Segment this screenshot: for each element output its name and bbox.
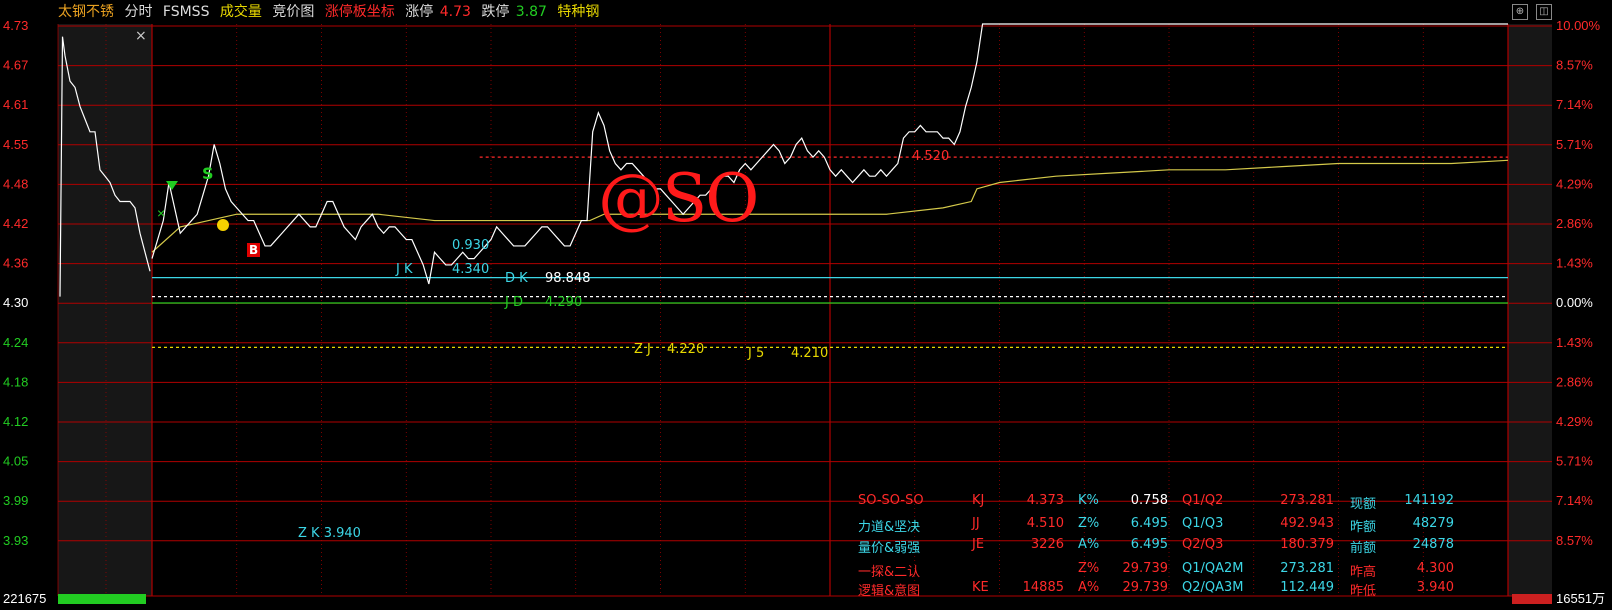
- stats-cell: Q1/Q3: [1182, 516, 1224, 531]
- stats-cell: 0.758: [1130, 493, 1168, 508]
- stats-cell: JE: [972, 537, 985, 552]
- stats-cell: A%: [1078, 537, 1100, 552]
- stats-cell: SO-SO-SO: [858, 493, 924, 508]
- stats-cell: 逻辑&意图: [858, 584, 921, 599]
- stats-cell: Z%: [1078, 561, 1100, 576]
- stats-cell: Z%: [1078, 516, 1100, 531]
- stats-cell: 6.495: [1130, 537, 1168, 552]
- stats-cell: A%: [1078, 580, 1100, 595]
- stats-cell: 180.379: [1280, 537, 1334, 552]
- stats-cell: 14885: [1022, 580, 1064, 595]
- stats-cell: 现额: [1350, 497, 1377, 512]
- stats-cell: Q1/Q2: [1182, 493, 1224, 508]
- stats-cell: 273.281: [1280, 493, 1334, 508]
- stats-cell: 一探&二认: [858, 565, 921, 580]
- stats-cell: 48279: [1412, 516, 1454, 531]
- stats-cell: 昨高: [1350, 565, 1377, 580]
- stats-cell: 量价&弱强: [858, 541, 921, 556]
- stats-cell: 273.281: [1280, 561, 1334, 576]
- stats-cell: 6.495: [1130, 516, 1168, 531]
- stats-cell: JJ: [972, 516, 980, 531]
- stats-cell: 492.943: [1280, 516, 1334, 531]
- stats-cell: K%: [1078, 493, 1099, 508]
- stats-cell: 3.940: [1416, 580, 1454, 595]
- stats-cell: 力道&坚决: [858, 520, 921, 535]
- stats-cell: KE: [972, 580, 989, 595]
- stats-cell: 29.739: [1122, 580, 1169, 595]
- stats-cell: 前额: [1350, 541, 1377, 556]
- stats-cell: 4.510: [1026, 516, 1064, 531]
- stats-cell: Q2/Q3: [1182, 537, 1224, 552]
- stats-cell: 昨额: [1350, 520, 1377, 535]
- stats-cell: 141192: [1404, 493, 1454, 508]
- stats-cell: 4.300: [1416, 561, 1454, 576]
- stats-cell: 112.449: [1280, 580, 1334, 595]
- stats-cell: KJ: [972, 493, 985, 508]
- stats-cell: Q2/QA3M: [1182, 580, 1244, 595]
- stats-cell: 3226: [1030, 537, 1064, 552]
- stats-panel: SO-SO-SO KJ 4.373 K% 0.758 Q1/Q2 273.281 现额 1411…: [0, 0, 1612, 606]
- stats-cell: 24878: [1412, 537, 1454, 552]
- stats-cell: 4.373: [1026, 493, 1064, 508]
- stats-cell: Q1/QA2M: [1182, 561, 1244, 576]
- stats-cell: 29.739: [1122, 561, 1169, 576]
- stats-cell: 昨低: [1350, 584, 1377, 599]
